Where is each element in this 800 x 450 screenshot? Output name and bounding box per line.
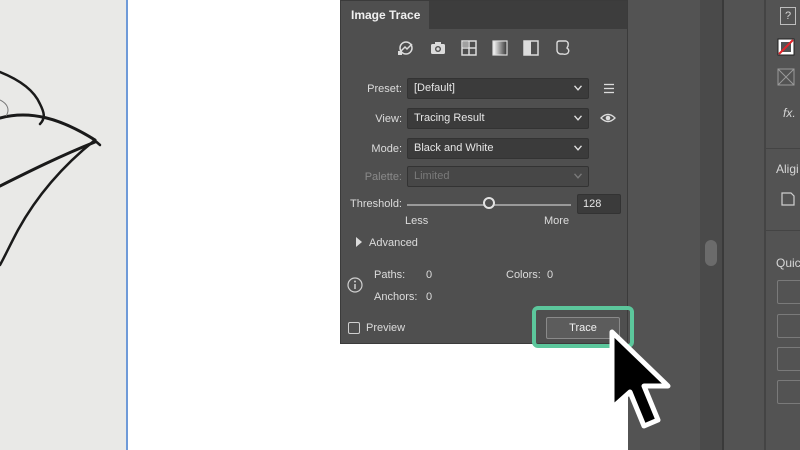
advanced-toggle[interactable]: Advanced (369, 237, 418, 249)
align-to-icon[interactable] (779, 190, 797, 208)
grid-icon[interactable] (460, 39, 478, 57)
mode-dropdown[interactable]: Black and White (407, 138, 589, 159)
fx-label[interactable]: fx. (783, 106, 796, 120)
vertical-scrollbar[interactable] (700, 0, 722, 450)
quick-action-button[interactable] (777, 280, 800, 304)
threshold-min-label: Less (405, 215, 429, 227)
scrollbar-thumb[interactable] (705, 240, 717, 266)
quick-action-button[interactable] (777, 314, 800, 338)
palette-value: Limited (414, 170, 450, 182)
panel-tab-bar: Image Trace (341, 1, 627, 29)
chevron-down-icon (574, 115, 582, 121)
quick-actions-label: Quic (776, 256, 800, 270)
paths-label: Paths: (374, 269, 406, 281)
mode-value: Black and White (414, 142, 494, 154)
preset-label: Preset: (367, 83, 402, 95)
outline-icon[interactable] (554, 39, 572, 57)
chevron-down-icon (574, 145, 582, 151)
auto-color-icon[interactable] (397, 39, 415, 57)
advanced-disclosure-icon[interactable] (356, 237, 362, 247)
dock-separator (766, 148, 800, 149)
tab-image-trace[interactable]: Image Trace (341, 1, 429, 29)
threshold-max-label: More (544, 215, 570, 227)
anchors-value: 0 (426, 291, 433, 303)
colors-value: 0 (547, 269, 554, 281)
quick-action-button[interactable] (777, 380, 800, 404)
colors-label: Colors: (506, 269, 541, 281)
stroke-none-icon[interactable] (777, 38, 795, 56)
view-dropdown[interactable]: Tracing Result (407, 108, 589, 129)
view-value: Tracing Result (414, 112, 485, 124)
chevron-down-icon (574, 173, 582, 179)
eye-icon[interactable] (600, 112, 616, 124)
mouse-pointer-icon (609, 329, 671, 429)
threshold-label: Threshold: (350, 198, 402, 210)
preview-label: Preview (366, 322, 406, 334)
chevron-down-icon (574, 85, 582, 91)
gradient-icon[interactable] (491, 39, 509, 57)
quick-action-button[interactable] (777, 347, 800, 371)
help-icon[interactable]: ? (780, 7, 796, 25)
view-label: View: (375, 113, 402, 125)
transparency-grid-icon[interactable] (777, 68, 795, 86)
mode-label: Mode: (371, 143, 402, 155)
info-icon (347, 277, 363, 293)
align-section-label: Aligi (776, 162, 799, 176)
dock-separator (766, 230, 800, 231)
preset-menu-icon[interactable] (603, 83, 615, 94)
camera-icon[interactable] (429, 39, 447, 57)
palette-label: Palette: (364, 171, 402, 183)
sketch-drawing (0, 70, 102, 267)
anchors-label: Anchors: (374, 291, 418, 303)
half-fill-icon[interactable] (522, 39, 540, 57)
image-trace-panel: Image Trace Preset: [Default] View: Trac… (340, 0, 628, 344)
palette-dropdown: Limited (407, 166, 589, 187)
paths-value: 0 (426, 269, 433, 281)
preset-value: [Default] (414, 82, 455, 94)
artboard-edge (126, 0, 128, 450)
preset-dropdown[interactable]: [Default] (407, 78, 589, 99)
preview-checkbox[interactable] (348, 322, 360, 334)
placed-sketch-image[interactable] (0, 0, 126, 450)
threshold-input[interactable]: 128 (577, 194, 621, 214)
threshold-slider-knob[interactable] (483, 197, 496, 209)
